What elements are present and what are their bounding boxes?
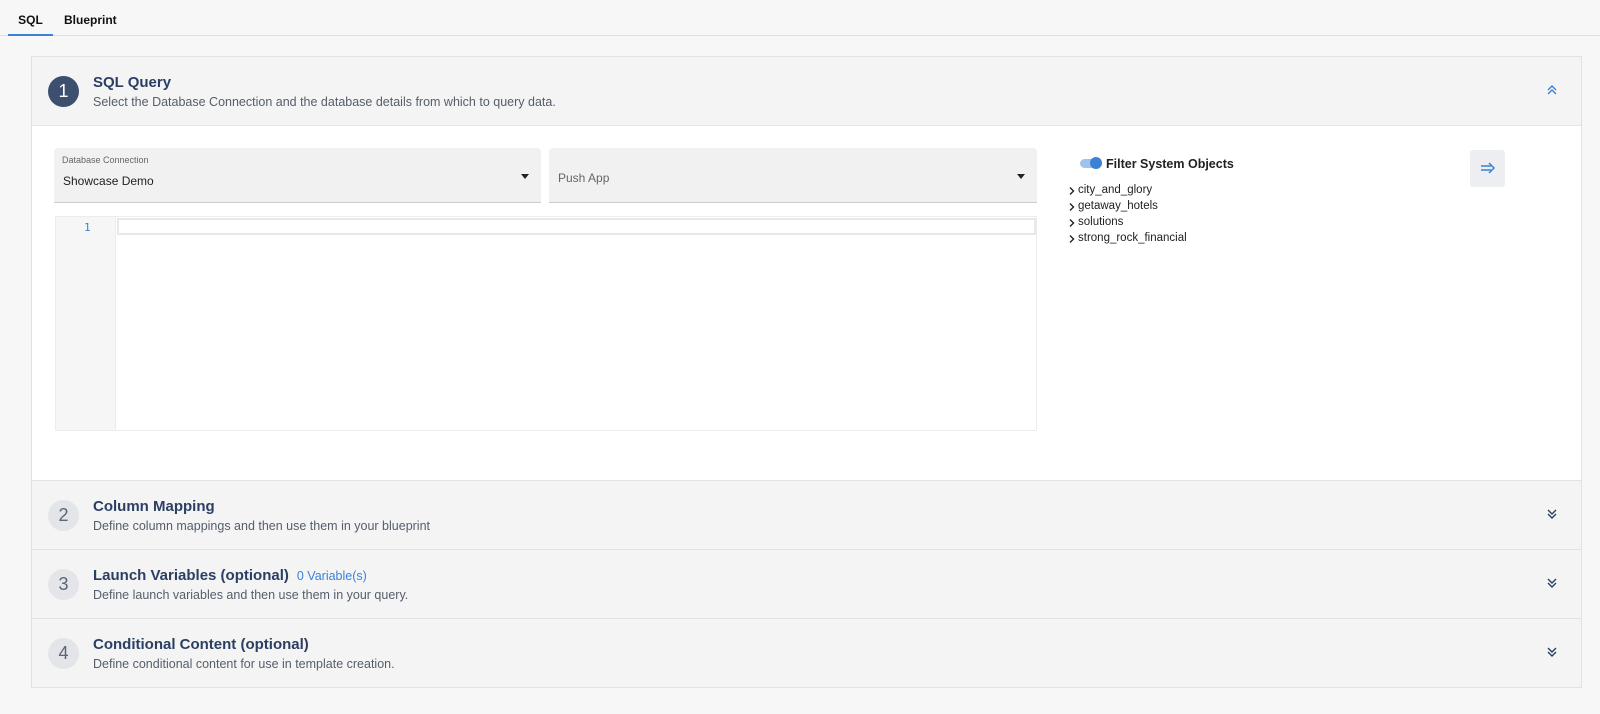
section-subtitle: Select the Database Connection and the d… [93, 95, 556, 109]
line-number: 1 [84, 221, 91, 234]
section-title: SQL Query [93, 74, 172, 91]
sql-editor[interactable]: 1 [55, 216, 1037, 431]
section-title-text: Launch Variables (optional) [93, 567, 289, 584]
tree-item-label: city_and_glory [1078, 184, 1153, 196]
step-number-3: 3 [48, 569, 79, 600]
section-subtitle: Define column mappings and then use them… [93, 519, 431, 533]
database-connection-select[interactable]: Database Connection Showcase Demo [54, 148, 541, 203]
section-subtitle: Define conditional content for use in te… [93, 657, 395, 671]
tab-bar: SQL Blueprint [0, 0, 1600, 36]
sql-query-body: Database Connection Showcase Demo Push A… [32, 126, 1581, 482]
insert-into-editor-button[interactable] [1470, 150, 1505, 187]
select-value: Showcase Demo [63, 174, 154, 188]
chevron-down-double-icon[interactable] [1545, 576, 1559, 590]
select-placeholder: Push App [558, 171, 610, 185]
chevron-down-double-icon[interactable] [1545, 507, 1559, 521]
step-number-1: 1 [48, 76, 79, 107]
step-number-4: 4 [48, 638, 79, 669]
filter-system-objects-label: Filter System Objects [1106, 157, 1234, 171]
editor-current-line[interactable] [117, 218, 1036, 235]
sql-query-header[interactable]: 1 SQL Query Select the Database Connecti… [32, 57, 1581, 126]
chevron-right-icon [1069, 219, 1075, 227]
chevron-down-double-icon[interactable] [1545, 645, 1559, 659]
step-number-2: 2 [48, 500, 79, 531]
column-mapping-section[interactable]: 2 Column Mapping Define column mappings … [31, 480, 1582, 550]
tab-sql[interactable]: SQL [8, 0, 53, 36]
tree-item-label: solutions [1078, 216, 1124, 228]
tab-blueprint[interactable]: Blueprint [64, 0, 117, 36]
caret-down-icon [521, 174, 529, 179]
section-title: Conditional Content (optional) [93, 636, 309, 653]
toggle-knob [1090, 157, 1102, 169]
variables-count-link[interactable]: 0 Variable(s) [297, 569, 367, 583]
chevron-right-icon [1069, 187, 1075, 195]
chevron-right-icon [1069, 235, 1075, 243]
select-label: Database Connection [62, 155, 149, 165]
editor-gutter: 1 [56, 217, 116, 430]
section-title: Launch Variables (optional) 0 Variable(s) [93, 567, 367, 584]
tree-item-label: strong_rock_financial [1078, 232, 1187, 244]
sql-query-section: 1 SQL Query Select the Database Connecti… [31, 56, 1582, 483]
section-title: Column Mapping [93, 498, 215, 515]
filter-system-objects-toggle[interactable] [1080, 156, 1102, 170]
chevron-up-double-icon[interactable] [1545, 83, 1559, 97]
tree-item-label: getaway_hotels [1078, 200, 1158, 212]
conditional-content-section[interactable]: 4 Conditional Content (optional) Define … [31, 618, 1582, 688]
push-app-select[interactable]: Push App [549, 148, 1037, 203]
caret-down-icon [1017, 174, 1025, 179]
chevron-right-icon [1069, 203, 1075, 211]
section-subtitle: Define launch variables and then use the… [93, 588, 409, 602]
launch-variables-section[interactable]: 3 Launch Variables (optional) 0 Variable(… [31, 549, 1582, 619]
arrow-insert-icon [1481, 162, 1496, 174]
